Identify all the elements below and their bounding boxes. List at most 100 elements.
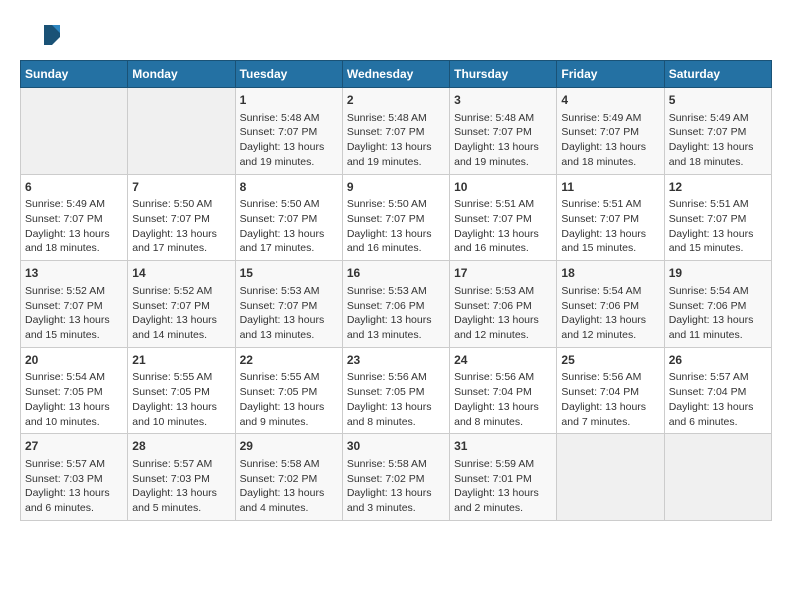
day-info: Daylight: 13 hours and 12 minutes. — [561, 313, 659, 342]
day-number: 8 — [240, 179, 338, 196]
day-info: Sunset: 7:07 PM — [240, 299, 338, 314]
day-info: Sunset: 7:07 PM — [240, 212, 338, 227]
day-number: 11 — [561, 179, 659, 196]
day-number: 29 — [240, 438, 338, 455]
day-info: Sunset: 7:04 PM — [561, 385, 659, 400]
day-info: Sunset: 7:07 PM — [454, 125, 552, 140]
calendar-cell: 28Sunrise: 5:57 AMSunset: 7:03 PMDayligh… — [128, 434, 235, 521]
day-info: Sunset: 7:02 PM — [347, 472, 445, 487]
day-info: Sunset: 7:06 PM — [454, 299, 552, 314]
calendar-cell: 12Sunrise: 5:51 AMSunset: 7:07 PMDayligh… — [664, 174, 771, 261]
calendar-table: SundayMondayTuesdayWednesdayThursdayFrid… — [20, 60, 772, 521]
day-info: Sunset: 7:06 PM — [561, 299, 659, 314]
day-number: 1 — [240, 92, 338, 109]
day-info: Daylight: 13 hours and 6 minutes. — [669, 400, 767, 429]
calendar-cell: 16Sunrise: 5:53 AMSunset: 7:06 PMDayligh… — [342, 261, 449, 348]
day-info: Daylight: 13 hours and 17 minutes. — [132, 227, 230, 256]
day-info: Daylight: 13 hours and 16 minutes. — [347, 227, 445, 256]
calendar-header-wednesday: Wednesday — [342, 61, 449, 88]
calendar-cell: 30Sunrise: 5:58 AMSunset: 7:02 PMDayligh… — [342, 434, 449, 521]
day-info: Daylight: 13 hours and 13 minutes. — [347, 313, 445, 342]
day-info: Daylight: 13 hours and 14 minutes. — [132, 313, 230, 342]
day-info: Daylight: 13 hours and 8 minutes. — [347, 400, 445, 429]
calendar-cell — [664, 434, 771, 521]
day-info: Daylight: 13 hours and 19 minutes. — [454, 140, 552, 169]
day-info: Sunrise: 5:50 AM — [132, 197, 230, 212]
day-info: Sunrise: 5:51 AM — [561, 197, 659, 212]
day-info: Sunset: 7:07 PM — [561, 212, 659, 227]
calendar-cell: 1 Sunrise: 5:48 AMSunset: 7:07 PMDaylight… — [235, 88, 342, 175]
day-info: Daylight: 13 hours and 15 minutes. — [25, 313, 123, 342]
calendar-header-thursday: Thursday — [450, 61, 557, 88]
day-info: Sunset: 7:04 PM — [669, 385, 767, 400]
day-info: Sunset: 7:07 PM — [240, 125, 338, 140]
day-info: Daylight: 13 hours and 18 minutes. — [25, 227, 123, 256]
day-info: Sunset: 7:07 PM — [132, 212, 230, 227]
calendar-cell: 11Sunrise: 5:51 AMSunset: 7:07 PMDayligh… — [557, 174, 664, 261]
calendar-cell: 25Sunrise: 5:56 AMSunset: 7:04 PMDayligh… — [557, 347, 664, 434]
day-info: Sunrise: 5:55 AM — [132, 370, 230, 385]
day-info: Sunrise: 5:50 AM — [240, 197, 338, 212]
day-number: 4 — [561, 92, 659, 109]
day-info: Sunrise: 5:57 AM — [669, 370, 767, 385]
calendar-cell — [557, 434, 664, 521]
day-number: 24 — [454, 352, 552, 369]
calendar-cell: 20Sunrise: 5:54 AMSunset: 7:05 PMDayligh… — [21, 347, 128, 434]
day-info: Sunset: 7:07 PM — [132, 299, 230, 314]
day-info: Daylight: 13 hours and 19 minutes. — [240, 140, 338, 169]
calendar-cell: 31Sunrise: 5:59 AMSunset: 7:01 PMDayligh… — [450, 434, 557, 521]
day-info: Sunrise: 5:49 AM — [25, 197, 123, 212]
day-info: Daylight: 13 hours and 15 minutes. — [561, 227, 659, 256]
day-info: Sunset: 7:05 PM — [132, 385, 230, 400]
day-number: 12 — [669, 179, 767, 196]
day-info: Sunset: 7:07 PM — [669, 212, 767, 227]
day-info: Daylight: 13 hours and 2 minutes. — [454, 486, 552, 515]
calendar-week-4: 20Sunrise: 5:54 AM Sunset: 7:05 PM Dayligh… — [21, 347, 772, 434]
day-info: Sunrise: 5:54 AM — [25, 370, 123, 385]
day-info: Sunset: 7:03 PM — [25, 472, 123, 487]
day-info: Sunrise: 5:59 AM — [454, 457, 552, 472]
calendar-cell: 8Sunrise: 5:50 AMSunset: 7:07 PMDaylight… — [235, 174, 342, 261]
day-info: Daylight: 13 hours and 9 minutes. — [240, 400, 338, 429]
day-number: 13 — [25, 265, 123, 282]
day-info: Daylight: 13 hours and 12 minutes. — [454, 313, 552, 342]
day-info: Daylight: 13 hours and 10 minutes. — [25, 400, 123, 429]
day-number: 31 — [454, 438, 552, 455]
calendar-cell: 19Sunrise: 5:54 AMSunset: 7:06 PMDayligh… — [664, 261, 771, 348]
day-info: Sunrise: 5:48 AM — [240, 111, 338, 126]
calendar-cell: 18Sunrise: 5:54 AMSunset: 7:06 PMDayligh… — [557, 261, 664, 348]
day-info: Sunrise: 5:53 AM — [240, 284, 338, 299]
day-info: Sunrise: 5:49 AM — [561, 111, 659, 126]
day-info: Sunset: 7:07 PM — [454, 212, 552, 227]
day-info: Daylight: 13 hours and 5 minutes. — [132, 486, 230, 515]
day-info: Sunrise: 5:54 AM — [669, 284, 767, 299]
day-number: 2 — [347, 92, 445, 109]
day-info: Daylight: 13 hours and 7 minutes. — [561, 400, 659, 429]
day-number: 19 — [669, 265, 767, 282]
day-number: 22 — [240, 352, 338, 369]
day-info: Daylight: 13 hours and 3 minutes. — [347, 486, 445, 515]
day-info: Sunset: 7:07 PM — [347, 125, 445, 140]
day-number: 18 — [561, 265, 659, 282]
day-info: Sunrise: 5:57 AM — [132, 457, 230, 472]
day-info: Sunset: 7:04 PM — [454, 385, 552, 400]
day-info: Sunset: 7:07 PM — [347, 212, 445, 227]
day-info: Sunrise: 5:53 AM — [454, 284, 552, 299]
calendar-week-2: 6Sunrise: 5:49 AMSunset: 7:07 PMDaylight… — [21, 174, 772, 261]
day-info: Daylight: 13 hours and 8 minutes. — [454, 400, 552, 429]
day-number: 20 — [25, 352, 123, 369]
day-info: Daylight: 13 hours and 4 minutes. — [240, 486, 338, 515]
calendar-cell: 13Sunrise: 5:52 AMSunset: 7:07 PMDayligh… — [21, 261, 128, 348]
day-info: Daylight: 13 hours and 18 minutes. — [561, 140, 659, 169]
day-number: 6 — [25, 179, 123, 196]
day-info: Sunrise: 5:56 AM — [347, 370, 445, 385]
calendar-cell: 17Sunrise: 5:53 AMSunset: 7:06 PMDayligh… — [450, 261, 557, 348]
day-number: 25 — [561, 352, 659, 369]
calendar-week-1: 1Sunrise: 5:48 AMSunset: 7:07 PMDaylight… — [21, 88, 772, 175]
calendar-cell: 9Sunrise: 5:50 AMSunset: 7:07 PMDaylight… — [342, 174, 449, 261]
calendar-cell: 21Sunrise: 5:55 AMSunset: 7:05 PMDayligh… — [128, 347, 235, 434]
day-number: 5 — [669, 92, 767, 109]
day-number: 27 — [25, 438, 123, 455]
calendar-week-3: 13Sunrise: 5:52 AMSunset: 7:07 PMDayligh… — [21, 261, 772, 348]
day-info: Daylight: 13 hours and 18 minutes. — [669, 140, 767, 169]
